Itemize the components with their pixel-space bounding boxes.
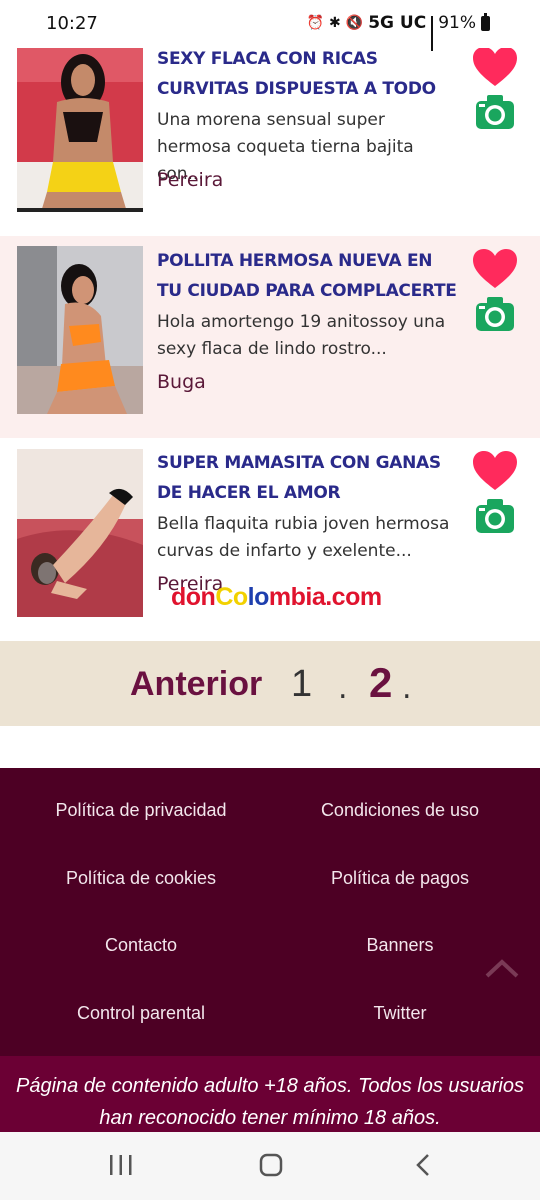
footer-link-cookies[interactable]: Política de cookies bbox=[6, 868, 276, 889]
listing-title[interactable]: SUPER MAMASITA CON GANAS DE HACER EL AMO… bbox=[157, 448, 457, 508]
recent-apps-icon[interactable] bbox=[108, 1154, 134, 1176]
footer-link-privacy[interactable]: Política de privacidad bbox=[6, 800, 276, 821]
page-1-link[interactable]: 1 bbox=[291, 663, 312, 706]
page-2-current[interactable]: 2 bbox=[369, 659, 392, 707]
home-icon[interactable] bbox=[259, 1153, 283, 1177]
listing-title[interactable]: SEXY FLACA CON RICAS CURVITAS DISPUESTA … bbox=[157, 44, 457, 104]
navigation-bar bbox=[0, 1132, 540, 1200]
status-bar: 10:27 ⏰ ✱ 🔇 5G UC 91% bbox=[0, 0, 540, 51]
site-watermark: donColombia.com bbox=[171, 583, 382, 611]
pagination: Anterior 1 . 2 . bbox=[0, 641, 540, 726]
camera-icon[interactable] bbox=[475, 498, 515, 534]
footer: Política de privacidad Condiciones de us… bbox=[0, 768, 540, 1056]
scroll-top-icon[interactable] bbox=[484, 956, 520, 980]
listing-description: Bella flaquita rubia joven hermosa curva… bbox=[157, 514, 450, 561]
heart-icon[interactable] bbox=[472, 248, 518, 290]
listing-description: Hola amortengo 19 anitossoy una sexy fla… bbox=[157, 312, 446, 359]
network-label: 5G UC bbox=[368, 13, 427, 33]
heart-icon[interactable] bbox=[472, 46, 518, 88]
status-time: 10:27 bbox=[46, 13, 98, 34]
battery-icon bbox=[481, 12, 490, 31]
heart-icon[interactable] bbox=[472, 450, 518, 492]
camera-icon[interactable] bbox=[475, 296, 515, 332]
footer-link-payments[interactable]: Política de pagos bbox=[265, 868, 535, 889]
listing-city: Buga bbox=[157, 371, 206, 393]
back-icon[interactable] bbox=[414, 1153, 432, 1177]
listing-card[interactable]: POLLITA HERMOSA NUEVA EN TU CIUDAD PARA … bbox=[0, 236, 540, 438]
camera-icon[interactable] bbox=[475, 94, 515, 130]
footer-link-banners[interactable]: Banners bbox=[265, 935, 535, 956]
footer-link-twitter[interactable]: Twitter bbox=[265, 1003, 535, 1024]
status-icons: ⏰ ✱ 🔇 5G UC 91% bbox=[306, 12, 490, 51]
listing-photo[interactable] bbox=[17, 42, 143, 212]
bluetooth-icon: ✱ bbox=[329, 15, 341, 31]
alarm-icon: ⏰ bbox=[306, 15, 325, 31]
listing-title[interactable]: POLLITA HERMOSA NUEVA EN TU CIUDAD PARA … bbox=[157, 246, 457, 306]
listing-card[interactable]: SEXY FLACA CON RICAS CURVITAS DISPUESTA … bbox=[0, 36, 540, 232]
listing-photo[interactable] bbox=[17, 449, 143, 617]
footer-link-terms[interactable]: Condiciones de uso bbox=[265, 800, 535, 821]
page-separator: . bbox=[338, 671, 348, 706]
footer-link-parental-control[interactable]: Control parental bbox=[6, 1003, 276, 1024]
listing-photo[interactable] bbox=[17, 246, 143, 414]
adult-notice: Página de contenido adulto +18 años. Tod… bbox=[0, 1056, 540, 1134]
previous-page-link[interactable]: Anterior bbox=[130, 665, 262, 704]
battery-percent: 91% bbox=[438, 13, 476, 33]
footer-link-contact[interactable]: Contacto bbox=[6, 935, 276, 956]
signal-icon bbox=[431, 16, 434, 51]
listing-city: Pereira bbox=[157, 169, 224, 191]
mute-icon: 🔇 bbox=[345, 15, 364, 31]
page-separator: . bbox=[402, 671, 412, 706]
